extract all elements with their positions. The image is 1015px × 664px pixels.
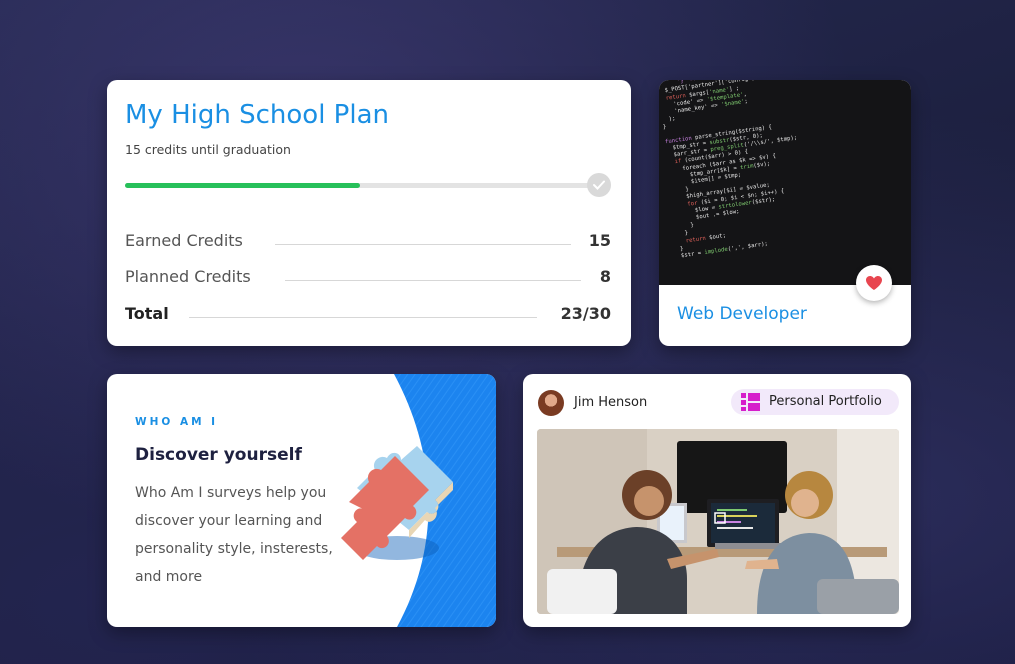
- credits-progress-fill: [125, 183, 360, 188]
- row-divider: [189, 317, 537, 318]
- total-credits-row: Total 23/30: [125, 304, 611, 328]
- web-developer-career-card[interactable]: ); }/$preg_replace('[\\s]', '', $this); …: [659, 80, 911, 346]
- personal-portfolio-card[interactable]: Jim Henson Personal Portfolio: [523, 374, 911, 627]
- row-divider: [285, 280, 581, 281]
- favorite-button[interactable]: [856, 265, 892, 301]
- code-screenshot-image: ); }/$preg_replace('[\\s]', '', $this); …: [659, 80, 911, 285]
- puzzle-piece-icon: [341, 446, 453, 560]
- who-am-i-card[interactable]: WHO AM I Discover yourself Who Am I surv…: [107, 374, 496, 627]
- total-credits-value: 23/30: [550, 304, 611, 323]
- earned-credits-label: Earned Credits: [125, 231, 253, 250]
- who-am-i-eyebrow: WHO AM I: [135, 416, 219, 428]
- total-credits-label: Total: [125, 304, 179, 323]
- plan-subtitle: 15 credits until graduation: [125, 142, 291, 157]
- row-divider: [275, 244, 571, 245]
- graduation-check-icon: [587, 173, 611, 197]
- portfolio-icon: [741, 393, 760, 411]
- avatar[interactable]: [538, 390, 564, 416]
- planned-credits-row: Planned Credits 8: [125, 267, 611, 291]
- user-name[interactable]: Jim Henson: [574, 395, 647, 410]
- who-am-i-heading: Discover yourself: [135, 445, 302, 465]
- planned-credits-value: 8: [589, 267, 611, 286]
- students-at-computer-photo: [537, 429, 899, 614]
- earned-credits-row: Earned Credits 15: [125, 231, 611, 255]
- heart-icon: [866, 276, 882, 290]
- who-am-i-description: Who Am I surveys help you discover your …: [135, 485, 333, 585]
- career-label[interactable]: Web Developer: [677, 304, 807, 324]
- portfolio-tag[interactable]: Personal Portfolio: [731, 389, 899, 415]
- planned-credits-label: Planned Credits: [125, 267, 261, 286]
- high-school-plan-card[interactable]: My High School Plan 15 credits until gra…: [107, 80, 631, 346]
- credits-progress-bar: [125, 183, 595, 188]
- earned-credits-value: 15: [578, 231, 611, 250]
- portfolio-tag-label: Personal Portfolio: [769, 394, 882, 409]
- plan-title: My High School Plan: [125, 100, 389, 130]
